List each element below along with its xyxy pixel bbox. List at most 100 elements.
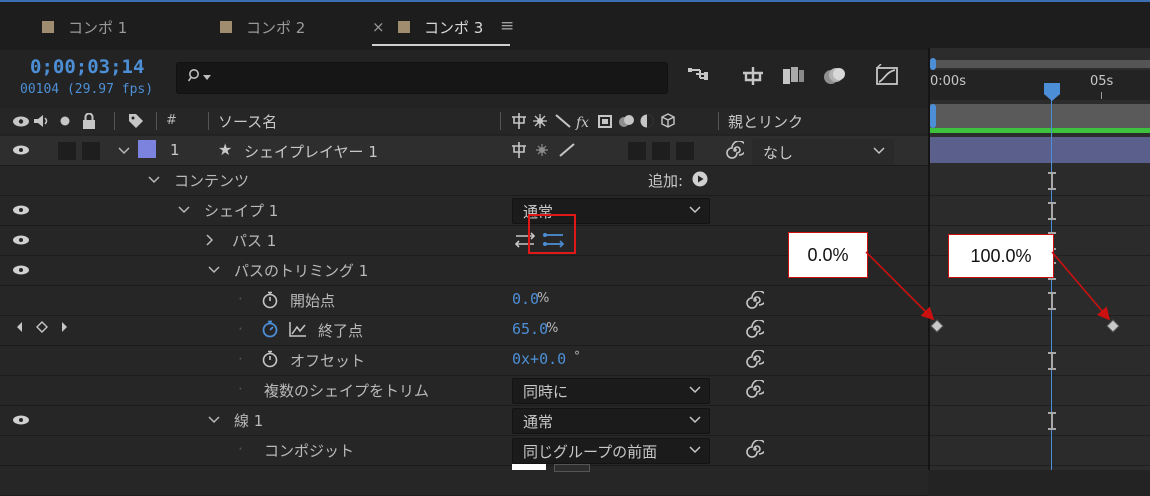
highlight-box xyxy=(528,214,576,254)
layer-expand-chevron-icon[interactable] xyxy=(118,147,130,155)
in-point-marker-icon xyxy=(1048,202,1056,220)
work-area-bar[interactable] xyxy=(930,104,1150,128)
expression-spiral-icon[interactable] xyxy=(746,380,764,398)
frame-blending-icon[interactable] xyxy=(780,64,806,88)
work-area-start-handle[interactable] xyxy=(930,104,936,128)
graph-editor-icon[interactable] xyxy=(874,64,900,88)
offset-value[interactable]: 0x+0.0 xyxy=(512,350,566,368)
expression-spiral-icon[interactable] xyxy=(746,440,764,458)
ruler-label-0s: 0:00s xyxy=(930,74,966,89)
composite-row[interactable] xyxy=(0,436,928,466)
keyframe-navigator[interactable] xyxy=(16,321,76,333)
layer-visibility-eye-icon[interactable] xyxy=(12,145,30,155)
layer-search-input[interactable] xyxy=(176,62,668,94)
stopwatch-icon[interactable] xyxy=(262,350,278,368)
keyframe-diamond-icon[interactable] xyxy=(1106,319,1120,333)
source-name-column-header[interactable]: ソース名 xyxy=(218,111,277,132)
path-label: パス 1 xyxy=(232,232,277,250)
time-navigator-bar[interactable] xyxy=(934,60,1150,68)
layer-switch-toggles[interactable] xyxy=(510,141,582,159)
stroke-color-swatch-2[interactable] xyxy=(554,464,590,472)
end-value[interactable]: 65.0 xyxy=(512,320,548,338)
search-icon[interactable] xyxy=(188,68,202,82)
next-property-row[interactable] xyxy=(0,466,928,496)
layer-name[interactable]: シェイプレイヤー 1 xyxy=(244,141,378,162)
pick-whip-spiral-icon[interactable] xyxy=(726,141,744,159)
tree-dot: · xyxy=(238,320,243,338)
search-dropdown-icon[interactable] xyxy=(203,75,211,81)
parent-link-column-header[interactable]: 親とリンク xyxy=(728,111,803,132)
switch-box[interactable] xyxy=(628,142,646,160)
expand-chevron-icon[interactable] xyxy=(148,176,160,184)
timeline-row[interactable] xyxy=(930,436,1150,466)
end-property-row[interactable] xyxy=(0,316,928,346)
timeline-row[interactable] xyxy=(930,286,1150,316)
composition-mini-flowchart-icon[interactable] xyxy=(686,64,712,88)
motion-blur-icon[interactable] xyxy=(822,64,848,88)
draft-3d-icon[interactable] xyxy=(740,64,766,88)
layer-duration-bar[interactable] xyxy=(930,137,1150,163)
timeline-row[interactable] xyxy=(930,406,1150,436)
current-time-indicator-handle[interactable] xyxy=(1043,82,1061,102)
chevron-down-icon xyxy=(873,147,885,155)
layer-label-color[interactable] xyxy=(138,140,156,158)
offset-property-row[interactable] xyxy=(0,346,928,376)
callout-end-keyframe: 100.0% xyxy=(948,234,1054,278)
timeline-row[interactable] xyxy=(930,196,1150,226)
shape-group-row[interactable] xyxy=(0,196,928,226)
column-divider xyxy=(718,112,719,130)
expand-chevron-icon[interactable] xyxy=(208,416,220,424)
stroke-row[interactable] xyxy=(0,406,928,436)
visibility-eye-icon[interactable] xyxy=(12,235,30,245)
expression-spiral-icon[interactable] xyxy=(746,320,764,338)
stopwatch-active-icon[interactable] xyxy=(262,320,278,338)
offset-unit: ° xyxy=(574,349,580,363)
select-value: 同時に xyxy=(523,383,569,401)
stroke-blend-mode-select[interactable]: 通常 xyxy=(512,408,710,434)
column-divider xyxy=(500,112,501,130)
timeline-row[interactable] xyxy=(930,166,1150,196)
graph-toggle-icon[interactable] xyxy=(289,321,307,337)
tab-comp-2[interactable]: コンポ 2 xyxy=(220,16,305,38)
current-time-display[interactable]: 0;00;03;14 xyxy=(30,56,144,78)
start-value[interactable]: 0.0 xyxy=(512,290,539,308)
chevron-down-icon xyxy=(689,386,701,394)
contents-row[interactable] xyxy=(0,166,928,196)
tab-close-icon[interactable]: × xyxy=(372,18,385,36)
visibility-eye-icon[interactable] xyxy=(12,265,30,275)
expand-chevron-icon[interactable] xyxy=(178,206,190,214)
expand-chevron-icon[interactable] xyxy=(208,266,220,274)
tab-menu-icon[interactable]: ≡ xyxy=(500,16,514,36)
trim-multiple-select[interactable]: 同時に xyxy=(512,378,710,404)
tab-comp-3[interactable]: コンポ 3 xyxy=(398,16,483,38)
time-navigator-start-handle[interactable] xyxy=(930,58,936,70)
start-property-row[interactable] xyxy=(0,286,928,316)
visibility-eye-icon[interactable] xyxy=(12,415,30,425)
lock-switch[interactable] xyxy=(82,142,100,160)
keyframe-diamond-icon[interactable] xyxy=(930,319,944,333)
column-divider xyxy=(114,112,115,130)
chevron-down-icon xyxy=(689,446,701,454)
solo-switch[interactable] xyxy=(58,142,76,160)
composite-select[interactable]: 同じグループの前面 xyxy=(512,438,710,464)
tree-dot: · xyxy=(238,350,243,368)
layer-index: 1 xyxy=(170,141,180,159)
parent-select[interactable]: なし xyxy=(752,139,894,165)
expand-chevron-right-icon[interactable] xyxy=(206,234,214,246)
comp-color-swatch xyxy=(42,21,54,33)
timeline-row[interactable] xyxy=(930,376,1150,406)
stopwatch-icon[interactable] xyxy=(262,291,278,309)
timeline-row[interactable] xyxy=(930,346,1150,376)
switch-box[interactable] xyxy=(676,142,694,160)
tab-comp-1[interactable]: コンポ 1 xyxy=(42,16,127,38)
work-area-indicator xyxy=(930,128,1150,133)
expression-spiral-icon[interactable] xyxy=(746,350,764,368)
switch-box[interactable] xyxy=(652,142,670,160)
stroke-color-swatch[interactable] xyxy=(512,464,546,470)
add-play-icon[interactable] xyxy=(692,171,708,187)
frame-rate-info: 00104 (29.97 fps) xyxy=(20,82,154,97)
trim-multiple-row[interactable] xyxy=(0,376,928,406)
start-unit: % xyxy=(537,291,550,306)
visibility-eye-icon[interactable] xyxy=(12,205,30,215)
expression-spiral-icon[interactable] xyxy=(746,291,764,309)
